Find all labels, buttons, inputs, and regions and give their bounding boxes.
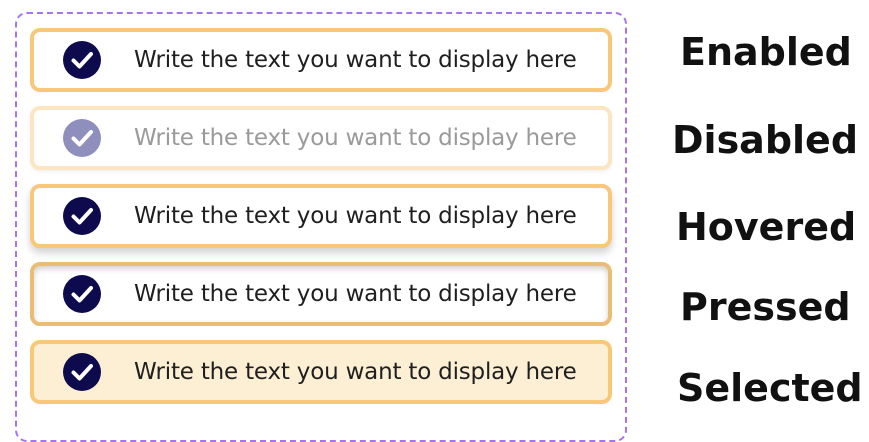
list-item-enabled[interactable]: Write the text you want to display here [30,28,612,92]
state-label-pressed: Pressed [680,285,851,329]
state-label-disabled: Disabled [672,118,859,162]
state-label-enabled: Enabled [680,30,852,74]
list-item-hovered[interactable]: Write the text you want to display here [30,184,612,248]
item-text: Write the text you want to display here [134,47,577,73]
state-label-selected: Selected [677,366,863,410]
item-text: Write the text you want to display here [134,281,577,307]
check-circle-icon [63,275,101,313]
list-item-disabled: Write the text you want to display here [30,106,612,170]
check-circle-icon [63,119,101,157]
check-circle-icon [63,41,101,79]
check-circle-icon [63,197,101,235]
item-text: Write the text you want to display here [134,203,577,229]
check-circle-icon [63,353,101,391]
list-item-pressed[interactable]: Write the text you want to display here [30,262,612,326]
list-item-selected[interactable]: Write the text you want to display here [30,340,612,404]
state-label-hovered: Hovered [676,205,857,249]
item-text: Write the text you want to display here [134,125,577,151]
item-text: Write the text you want to display here [134,359,577,385]
